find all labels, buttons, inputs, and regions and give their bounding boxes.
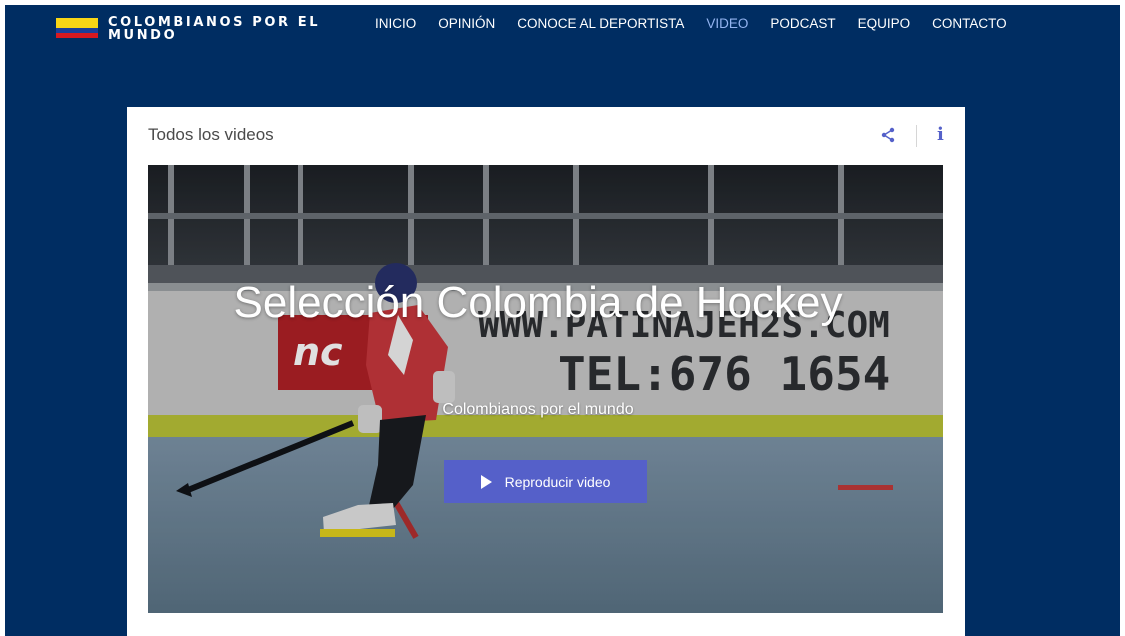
video-gallery-card: Todos los videos i nc WWW.PATINAJEH2S.CO… <box>127 107 965 636</box>
video-title: Selección Colombia de Hockey <box>233 278 843 327</box>
video-subtitle: Colombianos por el mundo <box>442 401 634 418</box>
toolbar-divider <box>916 125 917 147</box>
main-nav: INICIO OPINIÓN CONOCE AL DEPORTISTA VIDE… <box>375 16 1029 32</box>
info-icon[interactable]: i <box>937 124 945 146</box>
nav-item-equipo[interactable]: EQUIPO <box>858 16 911 32</box>
share-icon[interactable] <box>881 127 895 143</box>
nav-item-contacto[interactable]: CONTACTO <box>932 16 1007 32</box>
video-overlay <box>148 165 943 613</box>
play-icon <box>480 474 492 489</box>
colombia-flag-logo[interactable] <box>56 18 98 38</box>
play-video-button[interactable]: Reproducir video <box>444 460 647 503</box>
nav-item-inicio[interactable]: INICIO <box>375 16 416 32</box>
play-button-label: Reproducir video <box>504 473 611 490</box>
site-brand[interactable]: COLOMBIANOS POR EL MUNDO <box>108 16 378 42</box>
nav-item-video[interactable]: VIDEO <box>706 16 748 32</box>
page: COLOMBIANOS POR EL MUNDO INICIO OPINIÓN … <box>5 5 1120 636</box>
nav-item-conoce-al-deportista[interactable]: CONOCE AL DEPORTISTA <box>517 16 684 32</box>
nav-item-opinion[interactable]: OPINIÓN <box>438 16 495 32</box>
nav-item-podcast[interactable]: PODCAST <box>770 16 835 32</box>
video-player[interactable]: nc WWW.PATINAJEH2S.COM TEL:676 1654 Sele… <box>148 165 943 613</box>
gallery-title: Todos los videos <box>148 125 274 144</box>
